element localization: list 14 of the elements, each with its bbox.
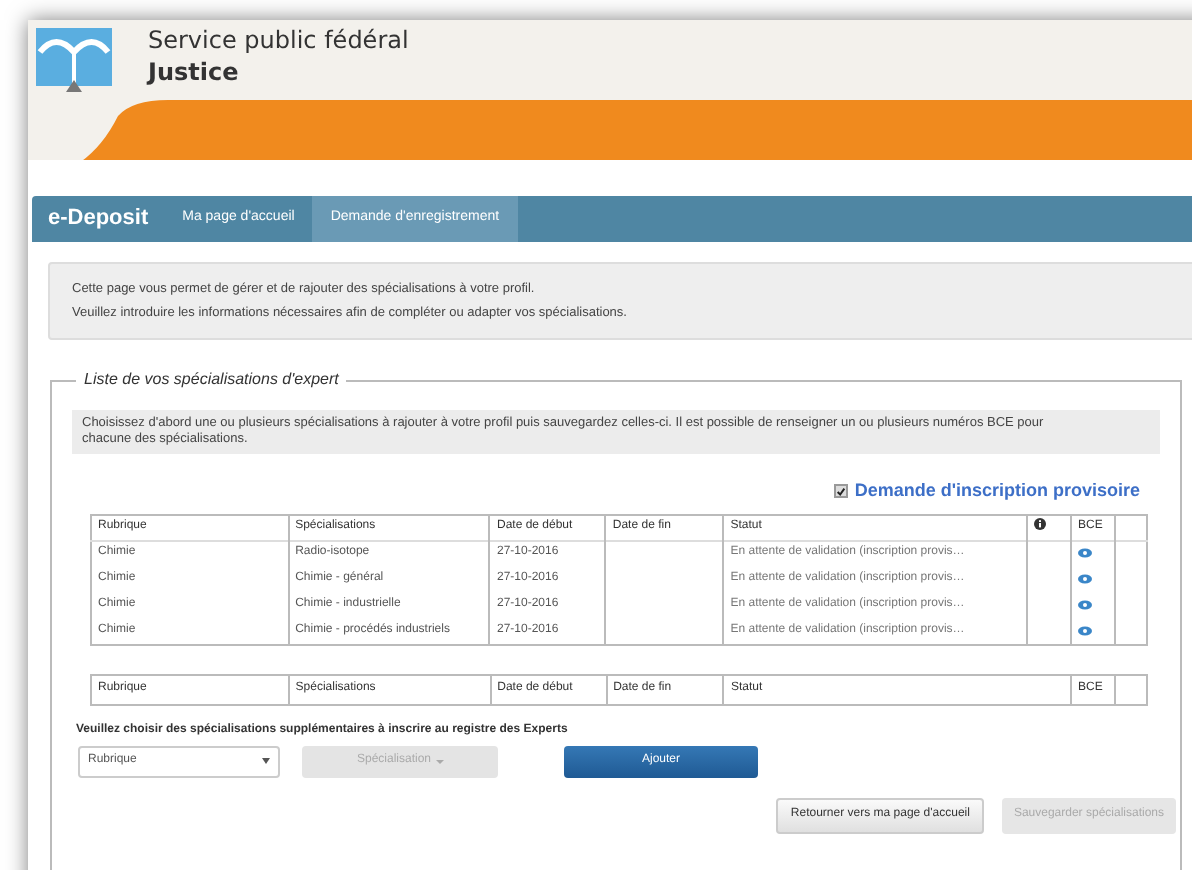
brand-link[interactable]: e-Deposit [32, 196, 165, 242]
info-icon [1034, 518, 1047, 531]
caret-icon [262, 758, 270, 764]
checkbox[interactable] [834, 484, 849, 499]
organization-name: Service public fédéral [148, 24, 409, 56]
section-legend: Liste de vos spécialisations d'expert [76, 368, 347, 392]
eye-icon[interactable] [1078, 600, 1093, 610]
eye-icon[interactable] [1078, 548, 1093, 559]
eye-icon[interactable] [1078, 625, 1093, 636]
logo-icon [36, 28, 112, 92]
eye-icon[interactable] [1078, 574, 1093, 584]
checkbox-label[interactable]: Demande d'inscription provisoire [854, 478, 1140, 505]
department-name: Justice [148, 56, 241, 88]
caret-icon [435, 759, 444, 763]
